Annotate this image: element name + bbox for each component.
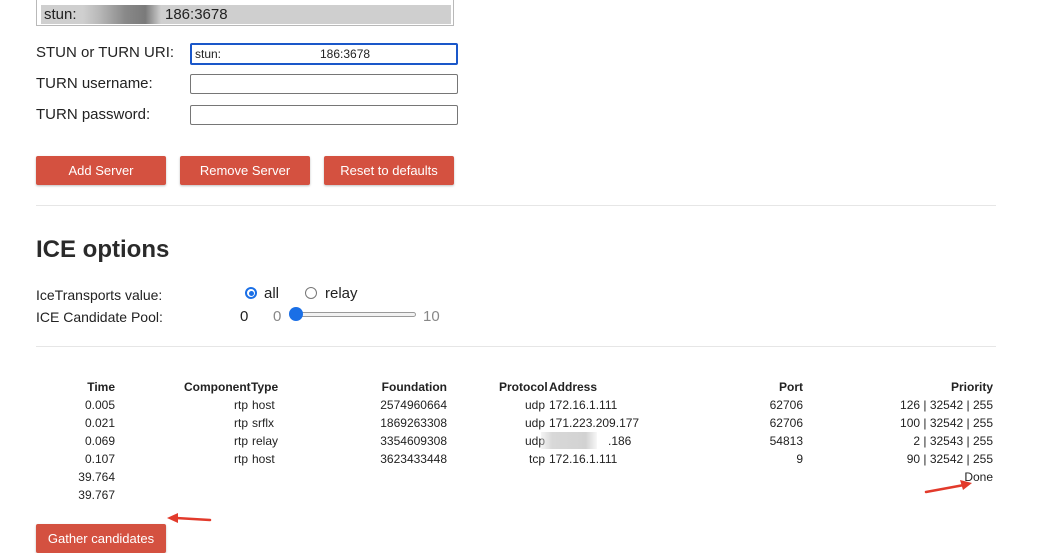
server-list-item[interactable]: stun: 186:3678 [41,5,451,24]
cell-priority: 126 | 32542 | 255 [900,398,993,412]
cell-port: 9 [796,452,803,466]
col-header-component: Component [184,380,251,394]
cell-time: 39.764 [78,470,115,484]
slider-min-label: 0 [273,308,282,325]
username-label: TURN username: [36,75,153,92]
server-item-prefix: stun: [44,6,77,23]
col-header-type: Type [251,380,279,394]
cell-type: srflx [252,416,274,430]
ice-pool-value: 0 [240,308,249,325]
cell-time: 0.107 [84,452,115,466]
cell-protocol: udp [524,416,545,430]
server-list[interactable]: stun: 186:3678 [36,0,454,26]
cell-foundation: 2574960664 [380,398,447,412]
cell-time: 0.005 [84,398,115,412]
cell-foundation: 3623433448 [380,452,447,466]
redaction-blur [222,45,300,63]
radio-all[interactable] [245,287,257,299]
annotation-arrow-done [924,480,972,494]
password-label: TURN password: [36,106,151,123]
gather-candidates-button[interactable]: Gather candidates [36,524,166,553]
radio-relay-label: relay [325,285,358,302]
ice-pool-slider-track[interactable] [292,312,416,317]
redaction-blur [83,5,161,24]
divider [36,205,996,206]
cell-protocol: udp [524,434,545,448]
add-server-button[interactable]: Add Server [36,156,166,185]
cell-type: host [252,398,275,412]
remove-server-button[interactable]: Remove Server [180,156,310,185]
cell-address: 172.16.1.111 [549,452,618,466]
redaction-blur [541,432,597,449]
cell-protocol: udp [524,398,545,412]
cell-time: 0.069 [84,434,115,448]
radio-relay[interactable] [305,287,317,299]
ice-pool-label: ICE Candidate Pool: [36,309,163,325]
slider-max-label: 10 [423,308,440,325]
cell-component: rtp [233,434,248,448]
cell-protocol: tcp [528,452,545,466]
cell-component: rtp [233,452,248,466]
radio-all-label: all [264,285,280,302]
cell-port: 54813 [769,434,803,448]
cell-priority: 90 | 32542 | 255 [906,452,993,466]
cell-component: rtp [233,398,248,412]
cell-time: 0.021 [84,416,115,430]
cell-foundation: 1869263308 [380,416,447,430]
cell-address: .186 [608,434,632,448]
password-input[interactable] [190,105,458,125]
cell-priority: 100 | 32542 | 255 [900,416,993,430]
uri-label: STUN or TURN URI: [36,44,175,61]
col-header-foundation: Foundation [381,380,447,394]
col-header-protocol: Protocol [499,380,548,394]
reset-defaults-button[interactable]: Reset to defaults [324,156,454,185]
divider [36,346,996,347]
ice-options-heading: ICE options [36,236,170,263]
cell-time: 39.767 [78,488,115,502]
cell-foundation: 3354609308 [380,434,447,448]
cell-address: 171.223.209.177 [549,416,640,430]
cell-priority: 2 | 32543 | 255 [913,434,993,448]
annotation-arrow-gather [167,513,212,523]
cell-port: 62706 [769,398,803,412]
col-header-address: Address [549,380,598,394]
server-item-suffix: 186:3678 [165,6,228,23]
cell-component: rtp [233,416,248,430]
cell-type: relay [252,434,279,448]
ice-transports-label: IceTransports value: [36,287,163,303]
ice-pool-slider-thumb[interactable] [289,307,303,321]
uri-input-value-tail: 186:3678 [320,47,371,61]
cell-port: 62706 [769,416,803,430]
uri-input-value: stun: [195,47,222,61]
col-header-time: Time [87,380,115,394]
cell-type: host [252,452,275,466]
col-header-priority: Priority [950,380,993,394]
username-input[interactable] [190,74,458,94]
col-header-port: Port [779,380,803,394]
cell-address: 172.16.1.111 [549,398,618,412]
